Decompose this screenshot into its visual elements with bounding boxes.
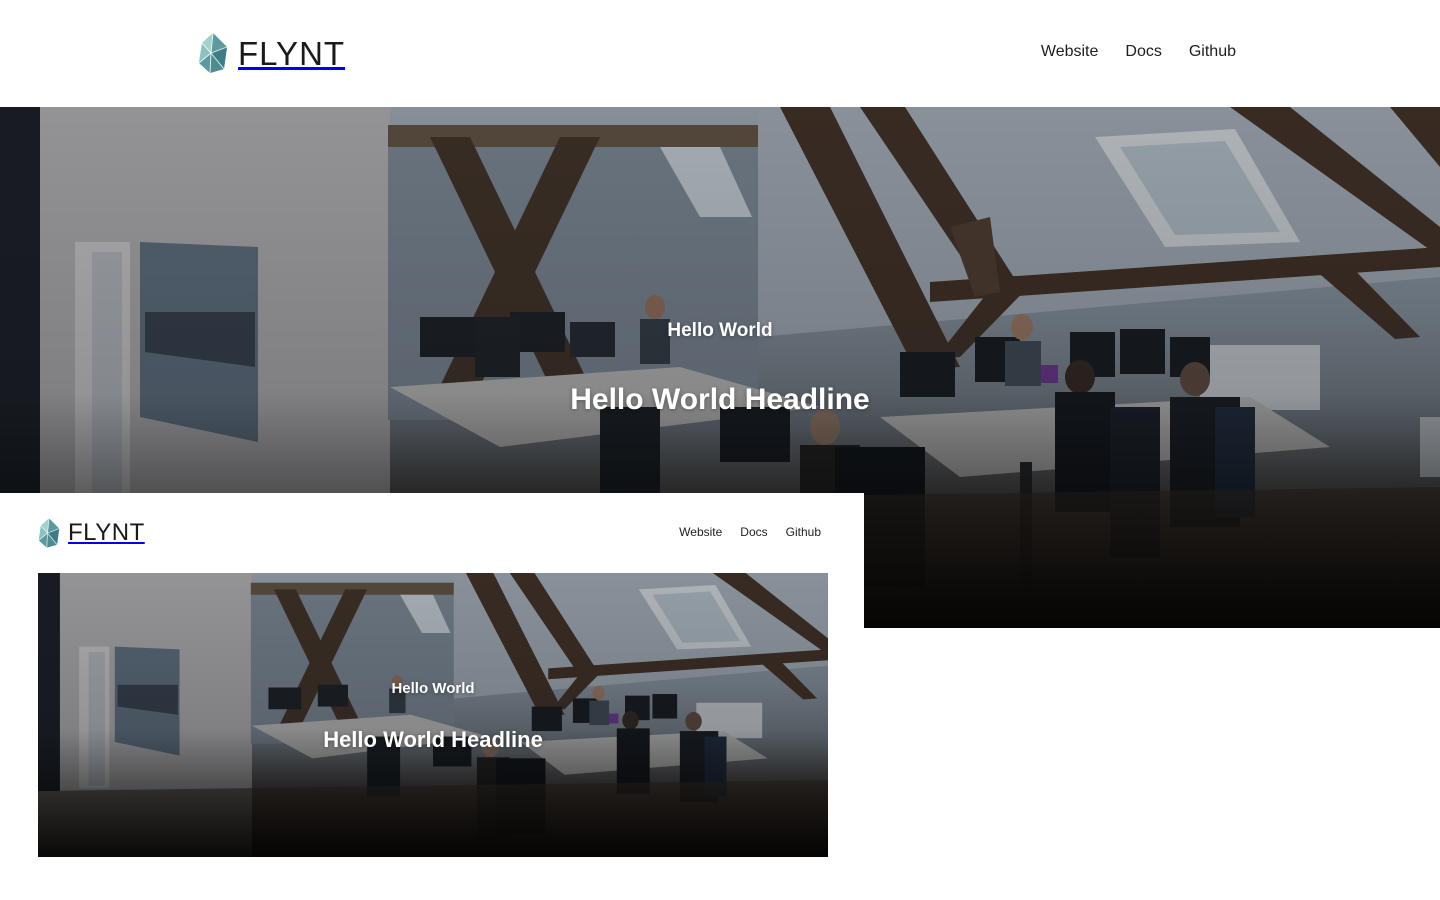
tablet-preview: FLYNT Website Docs Github Hello World He… bbox=[0, 493, 864, 900]
nav-link-docs[interactable]: Docs bbox=[740, 525, 767, 539]
tablet-hero: Hello World Hello World Headline bbox=[38, 573, 828, 857]
nav-link-website[interactable]: Website bbox=[1041, 43, 1099, 61]
nav-link-docs[interactable]: Docs bbox=[1125, 43, 1161, 61]
tablet-nav: Website Docs Github bbox=[679, 525, 821, 539]
desktop-header: FLYNT Website Docs Github bbox=[0, 0, 1440, 107]
nav-link-github[interactable]: Github bbox=[1189, 43, 1236, 61]
nav-link-website[interactable]: Website bbox=[679, 525, 722, 539]
flynt-logo-icon bbox=[198, 33, 228, 73]
desktop-nav: Website Docs Github bbox=[1041, 43, 1236, 61]
hero-pre-title: Hello World bbox=[391, 680, 475, 697]
hero-pre-title: Hello World bbox=[667, 320, 773, 341]
brand-wordmark: FLYNT bbox=[238, 34, 346, 72]
nav-link-github[interactable]: Github bbox=[786, 525, 821, 539]
flynt-logo-icon bbox=[38, 518, 60, 548]
office-photo bbox=[38, 573, 828, 857]
desktop-logo-link[interactable]: FLYNT bbox=[198, 33, 345, 73]
hero-headline: Hello World Headline bbox=[323, 727, 543, 752]
hero-headline: Hello World Headline bbox=[570, 383, 870, 416]
tablet-logo-link[interactable]: FLYNT bbox=[38, 518, 145, 548]
brand-wordmark: FLYNT bbox=[68, 519, 145, 546]
